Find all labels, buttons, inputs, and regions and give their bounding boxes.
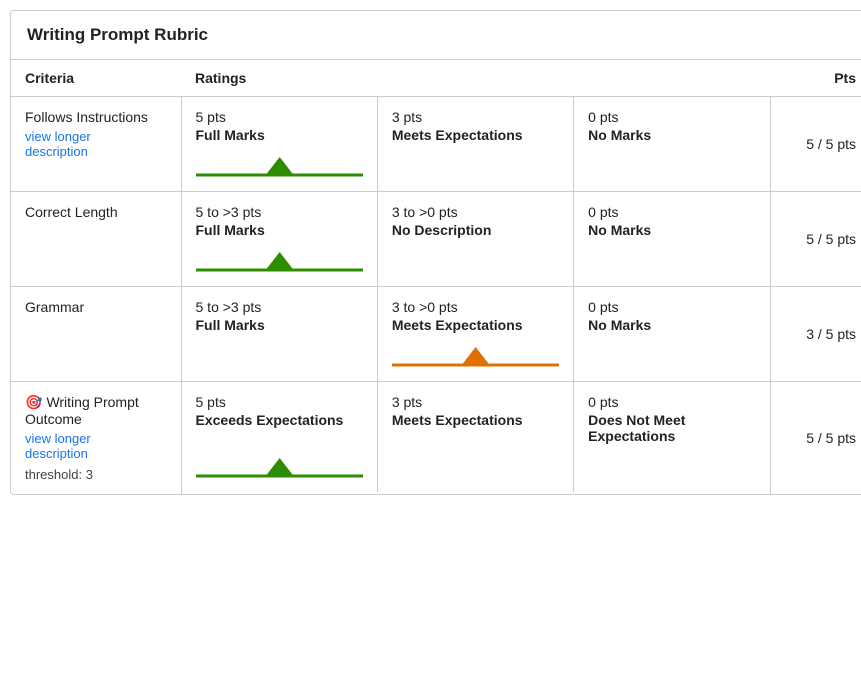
rating-chart-empty [392,153,559,181]
rating-chart-empty [588,153,755,181]
rating-block: 5 to >3 pts Full Marks [182,192,378,286]
rating-pts: 0 pts [588,299,755,315]
pts-cell-writing-prompt-outcome: 5 / 5 pts [770,382,861,495]
pts-value: 5 / 5 pts [806,231,856,247]
rating-chart-empty [392,454,559,482]
rating-pts: 5 to >3 pts [196,299,363,315]
pts-value: 5 / 5 pts [806,430,856,446]
threshold-label: threshold: 3 [25,467,167,482]
rating-label: Full Marks [196,222,363,238]
pts-cell-follows-instructions: 5 / 5 pts [770,97,861,192]
criteria-name: Grammar [25,299,84,315]
rating-block: 0 pts No Marks [574,97,769,191]
chart-svg [196,248,363,276]
criteria-name: Follows Instructions [25,109,148,125]
ratings-cell-grammar: 5 to >3 pts Full Marks 3 to >0 pts Meets… [181,287,770,382]
header-ratings: Ratings [181,60,770,97]
chart-svg [392,343,559,371]
rating-pts: 5 to >3 pts [196,204,363,220]
table-row: Correct Length 5 to >3 pts Full Marks 3 … [11,192,861,287]
rubric-container: Writing Prompt Rubric Criteria Ratings P… [10,10,861,495]
rating-block: 0 pts No Marks [574,192,769,286]
table-row: Grammar 5 to >3 pts Full Marks 3 to >0 p… [11,287,861,382]
rating-pts: 5 pts [196,109,363,125]
rating-block: 0 pts No Marks [574,287,769,381]
rating-label: No Marks [588,127,755,143]
rating-label: Meets Expectations [392,317,559,333]
rating-label: No Marks [588,317,755,333]
rating-pts: 3 to >0 pts [392,299,559,315]
rating-chart [196,153,363,181]
rating-label: Full Marks [196,317,363,333]
pts-cell-grammar: 3 / 5 pts [770,287,861,382]
rating-label: No Marks [588,222,755,238]
rating-chart-empty [196,343,363,371]
rating-block: 3 pts Meets Expectations [378,382,574,492]
rating-label: Exceeds Expectations [196,412,363,428]
criteria-name: Correct Length [25,204,118,220]
rating-chart-empty [588,454,755,482]
pts-cell-correct-length: 5 / 5 pts [770,192,861,287]
criteria-cell-writing-prompt-outcome: 🎯Writing Prompt Outcomeview longerdescri… [11,382,181,495]
rating-pts: 3 pts [392,109,559,125]
rating-label: Does Not Meet Expectations [588,412,755,444]
rating-block: 3 to >0 pts No Description [378,192,574,286]
rating-block: 5 pts Exceeds Expectations [182,382,378,492]
table-row: 🎯Writing Prompt Outcomeview longerdescri… [11,382,861,495]
rating-label: Full Marks [196,127,363,143]
rating-label: No Description [392,222,559,238]
outcome-icon: 🎯 [25,394,42,411]
rating-block: 3 pts Meets Expectations [378,97,574,191]
view-longer-link[interactable]: view longerdescription [25,431,91,461]
rating-chart-empty [588,343,755,371]
chart-svg [196,153,363,181]
rating-label: Meets Expectations [392,412,559,428]
rubric-table: Criteria Ratings Pts Follows Instruction… [11,60,861,494]
pts-value: 5 / 5 pts [806,136,856,152]
rating-pts: 3 pts [392,394,559,410]
rating-pts: 0 pts [588,394,755,410]
rating-pts: 5 pts [196,394,363,410]
view-longer-link[interactable]: view longerdescription [25,129,91,159]
rating-block: 5 pts Full Marks [182,97,378,191]
ratings-cell-writing-prompt-outcome: 5 pts Exceeds Expectations 3 pts Meets E… [181,382,770,495]
rating-pts: 3 to >0 pts [392,204,559,220]
ratings-cell-correct-length: 5 to >3 pts Full Marks 3 to >0 pts No De… [181,192,770,287]
criteria-cell-correct-length: Correct Length [11,192,181,287]
rating-chart-empty [392,248,559,276]
rating-pts: 0 pts [588,204,755,220]
pts-value: 3 / 5 pts [806,326,856,342]
header-pts: Pts [770,60,861,97]
rating-chart-empty [588,248,755,276]
criteria-cell-follows-instructions: Follows Instructions view longerdescripti… [11,97,181,192]
header-criteria: Criteria [11,60,181,97]
rating-block: 0 pts Does Not Meet Expectations [574,382,769,492]
rating-chart [196,248,363,276]
rubric-title: Writing Prompt Rubric [11,11,861,60]
rating-block: 3 to >0 pts Meets Expectations [378,287,574,381]
rating-pts: 0 pts [588,109,755,125]
chart-svg [196,454,363,482]
criteria-cell-grammar: Grammar [11,287,181,382]
table-row: Follows Instructions view longerdescripti… [11,97,861,192]
ratings-cell-follows-instructions: 5 pts Full Marks 3 pts Meets Expectation… [181,97,770,192]
rating-label: Meets Expectations [392,127,559,143]
rating-chart [196,454,363,482]
rating-block: 5 to >3 pts Full Marks [182,287,378,381]
rating-chart [392,343,559,371]
